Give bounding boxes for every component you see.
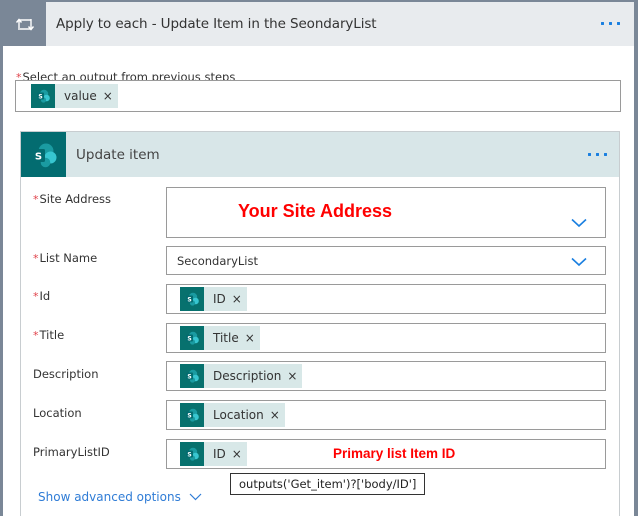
location-label: Location <box>33 406 82 420</box>
remove-token-button[interactable]: × <box>245 331 260 345</box>
chevron-down-icon <box>189 493 202 501</box>
show-advanced-options-label: Show advanced options <box>38 490 181 504</box>
svg-text:S: S <box>187 335 191 342</box>
update-item-header[interactable]: S Update item <box>21 132 619 177</box>
dynamic-token-primary-id[interactable]: S ID × <box>180 442 247 466</box>
more-options-icon[interactable] <box>588 153 607 156</box>
location-input[interactable]: S Location × <box>166 400 606 430</box>
site-address-input[interactable]: Your Site Address <box>166 187 606 238</box>
remove-token-button[interactable]: × <box>287 369 302 383</box>
remove-token-button[interactable]: × <box>270 408 285 422</box>
dynamic-token-value[interactable]: S value × <box>31 84 118 108</box>
site-address-annotation: Your Site Address <box>238 201 393 221</box>
description-label: Description <box>33 367 99 381</box>
sharepoint-icon: S <box>21 132 66 177</box>
svg-text:S: S <box>38 93 42 100</box>
primary-list-id-input[interactable]: S ID × Primary list Item ID <box>166 439 606 469</box>
id-label: *Id <box>33 289 51 303</box>
token-expression-tooltip: outputs('Get_item')?['body/ID'] <box>230 473 426 495</box>
remove-token-button[interactable]: × <box>232 292 247 306</box>
site-address-label: *Site Address <box>33 192 112 206</box>
sharepoint-icon: S <box>31 84 55 108</box>
svg-text:S: S <box>187 373 191 380</box>
svg-text:S: S <box>187 451 191 458</box>
sharepoint-icon: S <box>180 442 204 466</box>
chevron-down-icon[interactable] <box>571 257 587 267</box>
loop-icon <box>3 2 46 46</box>
sharepoint-icon: S <box>180 403 204 427</box>
dynamic-token-id[interactable]: S ID × <box>180 287 247 311</box>
svg-text:S: S <box>34 151 41 162</box>
dynamic-token-description[interactable]: S Description × <box>180 364 303 388</box>
list-name-value: SecondaryList <box>177 254 259 268</box>
show-advanced-options-button[interactable]: Show advanced options <box>38 490 202 504</box>
chevron-down-icon[interactable] <box>571 218 587 228</box>
dynamic-token-title[interactable]: S Title × <box>180 326 260 350</box>
update-item-card: S Update item *Site Address Your Site Ad… <box>20 131 620 516</box>
select-output-input[interactable]: S value × <box>15 80 621 112</box>
description-input[interactable]: S Description × <box>166 361 606 391</box>
list-name-select[interactable]: SecondaryList <box>166 246 606 275</box>
remove-token-button[interactable]: × <box>232 447 247 461</box>
id-input[interactable]: S ID × <box>166 284 606 314</box>
svg-text:S: S <box>187 296 191 303</box>
update-item-title: Update item <box>76 146 160 163</box>
remove-token-button[interactable]: × <box>103 89 118 103</box>
sharepoint-icon: S <box>180 287 204 311</box>
more-options-icon[interactable] <box>601 22 620 25</box>
list-name-label: *List Name <box>33 251 98 265</box>
svg-text:S: S <box>187 412 191 419</box>
apply-to-each-header[interactable]: Apply to each - Update Item in the Seond… <box>3 2 634 46</box>
sharepoint-icon: S <box>180 364 204 388</box>
apply-to-each-title: Apply to each - Update Item in the Seond… <box>56 16 377 32</box>
title-input[interactable]: S Title × <box>166 323 606 353</box>
primary-list-id-label: PrimaryListID <box>33 445 110 459</box>
sharepoint-icon: S <box>180 326 204 350</box>
apply-to-each-container: Apply to each - Update Item in the Seond… <box>0 0 638 516</box>
title-label: *Title <box>33 328 65 342</box>
dynamic-token-location[interactable]: S Location × <box>180 403 285 427</box>
primary-list-id-annotation: Primary list Item ID <box>333 446 456 461</box>
